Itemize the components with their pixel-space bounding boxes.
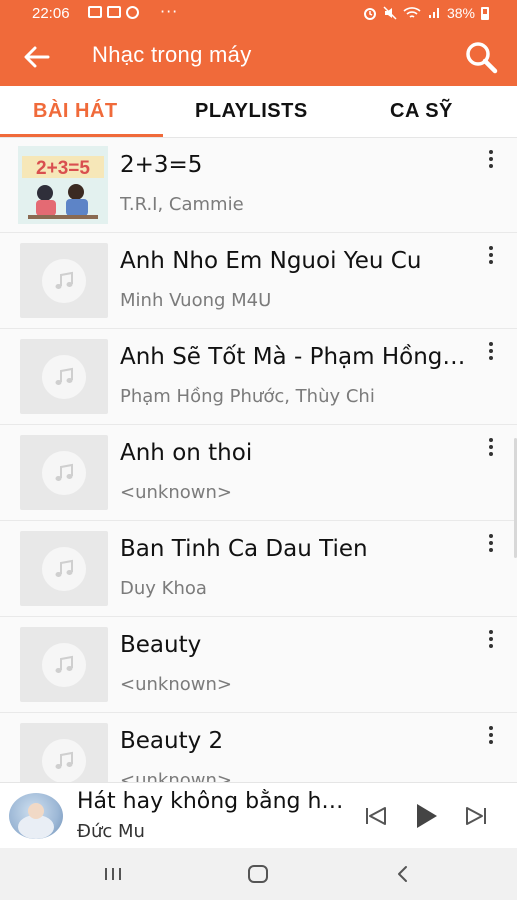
more-notifications: ··· — [160, 2, 179, 21]
skip-previous-icon — [366, 807, 386, 825]
song-thumbnail — [20, 243, 108, 318]
alarm-icon — [363, 8, 376, 20]
album-cover: 2+3=5 — [18, 146, 108, 224]
tab-songs[interactable]: BÀI HÁT — [33, 100, 118, 123]
battery-icon — [481, 6, 489, 20]
song-artist: T.R.I, Cammie — [120, 194, 244, 215]
song-artist: <unknown> — [120, 674, 232, 695]
recent-apps-icon — [105, 868, 121, 880]
song-row[interactable]: Anh Nho Em Nguoi Yeu Cu Minh Vuong M4U — [0, 234, 517, 329]
song-title: Beauty — [120, 632, 202, 658]
song-artist: <unknown> — [120, 770, 232, 782]
song-row[interactable]: Ban Tinh Ca Dau Tien Duy Khoa — [0, 522, 517, 617]
home-button[interactable] — [243, 860, 273, 888]
back-icon — [398, 866, 407, 882]
signal-icon — [428, 8, 439, 18]
music-note-icon — [42, 738, 86, 782]
song-thumbnail — [20, 627, 108, 702]
more-options-button[interactable] — [483, 628, 499, 650]
music-note-icon — [42, 642, 86, 687]
battery-percent: 38% — [446, 5, 475, 21]
play-button[interactable] — [410, 800, 442, 832]
more-options-button[interactable] — [483, 724, 499, 746]
song-title: Anh on thoi — [120, 440, 253, 466]
status-bar: 22:06 ··· 38% — [0, 0, 517, 28]
message-icon — [107, 6, 121, 18]
song-title: Ban Tinh Ca Dau Tien — [120, 536, 368, 562]
song-title: Beauty 2 — [120, 728, 224, 754]
song-row[interactable]: Beauty 2 <unknown> — [0, 714, 517, 782]
song-row[interactable]: Anh Sẽ Tốt Mà - Phạm Hồng Phước Phạm Hồn… — [0, 330, 517, 425]
music-note-icon — [42, 258, 86, 303]
song-title: 2+3=5 — [120, 152, 203, 178]
song-row[interactable]: Beauty <unknown> — [0, 618, 517, 713]
wifi-icon — [403, 7, 421, 18]
play-icon — [417, 804, 437, 828]
song-artist: <unknown> — [120, 482, 232, 503]
now-playing-artwork — [9, 793, 63, 839]
song-title: Anh Sẽ Tốt Mà - Phạm Hồng Phước — [120, 344, 470, 370]
cover-text: 2+3=5 — [36, 158, 90, 179]
tab-playlists[interactable]: PLAYLISTS — [195, 100, 308, 123]
facebook-icon — [126, 6, 139, 19]
now-playing-title: Hát hay không bằng hay hát — [77, 789, 352, 814]
search-button[interactable] — [463, 39, 499, 75]
tab-indicator — [0, 134, 163, 137]
song-title: Anh Nho Em Nguoi Yeu Cu — [120, 248, 422, 274]
more-options-button[interactable] — [483, 148, 499, 170]
song-thumbnail — [20, 339, 108, 414]
music-note-icon — [42, 546, 86, 591]
now-playing-artist: Đức Mu — [77, 821, 145, 842]
cover-illustration: 2+3=5 — [18, 146, 108, 224]
app-bar: Nhạc trong máy — [0, 28, 517, 86]
music-note-icon — [42, 354, 86, 399]
home-icon — [248, 865, 268, 883]
song-thumbnail — [20, 531, 108, 606]
page-title: Nhạc trong máy — [92, 42, 252, 67]
song-artist: Minh Vuong M4U — [120, 290, 272, 311]
music-note-icon — [42, 450, 86, 495]
status-time: 22:06 — [32, 5, 70, 22]
song-thumbnail — [20, 435, 108, 510]
more-options-button[interactable] — [483, 244, 499, 266]
back-button[interactable] — [20, 40, 54, 74]
song-artist: Phạm Hồng Phước, Thùy Chi — [120, 386, 375, 407]
more-options-button[interactable] — [483, 436, 499, 458]
arrow-left-icon — [24, 46, 50, 68]
song-row[interactable]: Anh on thoi <unknown> — [0, 426, 517, 521]
notification-icons — [88, 6, 139, 19]
more-options-button[interactable] — [483, 340, 499, 362]
system-back-button[interactable] — [387, 860, 417, 888]
song-list[interactable]: 2+3=5 2+3=5 T.R.I, Cammie Anh Nho Em Ngu… — [0, 138, 517, 782]
song-artist: Duy Khoa — [120, 578, 207, 599]
mini-player[interactable]: Hát hay không bằng hay hát Đức Mu — [0, 782, 517, 848]
image-icon — [88, 6, 102, 18]
next-button[interactable] — [460, 800, 492, 832]
mute-icon — [383, 6, 397, 20]
song-thumbnail — [20, 723, 108, 782]
system-nav-bar — [0, 848, 517, 900]
system-icons: 38% — [363, 5, 489, 21]
search-icon — [466, 42, 498, 74]
previous-button[interactable] — [360, 800, 392, 832]
tab-bar: BÀI HÁT PLAYLISTS CA SỸ — [0, 86, 517, 138]
tab-artists[interactable]: CA SỸ — [390, 100, 453, 123]
skip-next-icon — [466, 807, 486, 825]
recent-apps-button[interactable] — [98, 860, 128, 888]
song-row[interactable]: 2+3=5 2+3=5 T.R.I, Cammie — [0, 138, 517, 233]
more-options-button[interactable] — [483, 532, 499, 554]
